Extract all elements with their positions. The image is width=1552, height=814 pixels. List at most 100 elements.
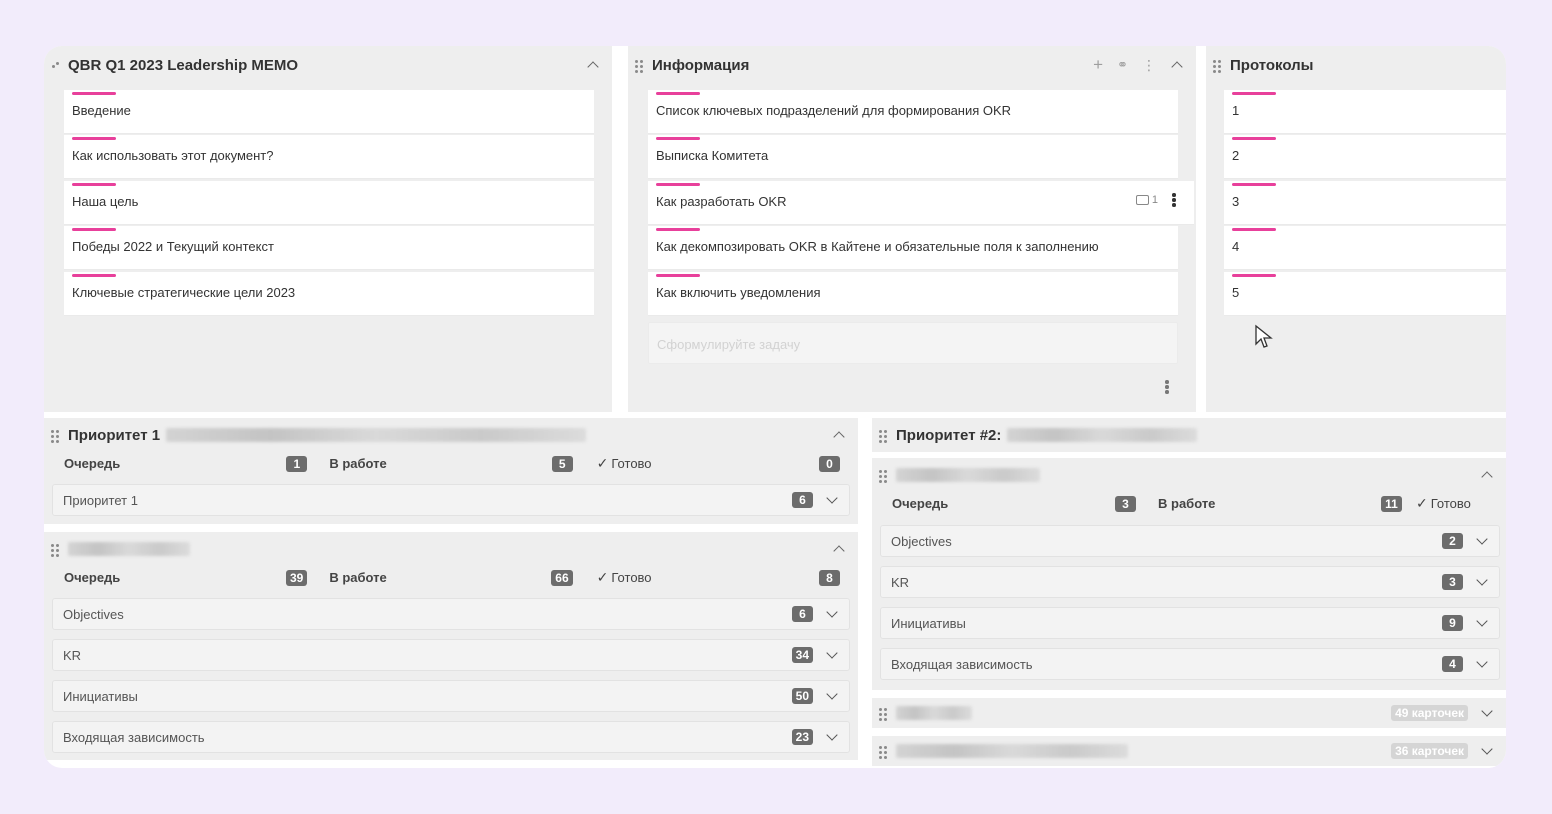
info-card[interactable]: Список ключевых подразделений для формир… [648, 90, 1178, 134]
lane-count: 34 [791, 647, 813, 663]
column-queue[interactable]: Очередь 1 [64, 455, 308, 472]
lane-count: 3 [1442, 574, 1463, 590]
column-name: В работе [1158, 496, 1216, 511]
column-done[interactable]: ✓ Готово 8 [597, 569, 840, 586]
card-menu-icon[interactable] [1172, 193, 1176, 207]
priority2-title: Приоритет #2: [896, 426, 1002, 444]
expand-icon[interactable] [1480, 706, 1494, 720]
info-card[interactable]: Как включить уведомления [648, 272, 1178, 316]
priority1-board: Приоритет 1 Очередь 1 В работе 5 ✓ Готово 0 … [44, 418, 858, 524]
column-count: 39 [285, 569, 308, 586]
column-done[interactable]: ✓ Готово 0 [597, 455, 840, 472]
column-queue[interactable]: Очередь 3 [892, 495, 1136, 512]
more-icon[interactable]: ⋮ [1142, 57, 1156, 74]
drag-handle-icon[interactable] [50, 542, 62, 557]
protocol-card[interactable]: 1 [1224, 90, 1506, 134]
column-count: 66 [551, 569, 573, 586]
info-panel: Информация + ⚭ ⋮ Список ключевых подразд… [628, 46, 1196, 412]
check-icon: ✓ [596, 455, 609, 471]
card-count-badge: 49 карточек [1391, 705, 1468, 721]
info-card[interactable]: Выписка Комитета [648, 135, 1178, 179]
expand-icon[interactable] [825, 730, 839, 744]
panel-menu-icon[interactable] [1165, 380, 1169, 394]
lane-name: Инициативы [63, 688, 138, 704]
memo-card[interactable]: Как использовать этот документ? [64, 135, 594, 179]
expand-icon[interactable] [825, 493, 839, 507]
drag-handle-icon[interactable] [878, 706, 890, 721]
redacted-text [68, 542, 190, 556]
lane-row[interactable]: Objectives 2 [880, 525, 1500, 557]
expand-icon[interactable] [1475, 534, 1489, 548]
collapse-icon[interactable] [832, 428, 846, 442]
info-panel-header: Информация + ⚭ ⋮ [628, 46, 1196, 84]
comment-count: 1 [1151, 194, 1158, 206]
column-name: В работе [329, 570, 387, 585]
column-name: Очередь [64, 456, 121, 471]
info-card[interactable]: Как декомпозировать OKR в Кайтене и обяз… [648, 226, 1178, 270]
expand-icon[interactable] [825, 689, 839, 703]
column-count: 5 [551, 455, 573, 472]
expand-icon[interactable] [825, 607, 839, 621]
priority2-board: Приоритет #2: Очередь 3 В работе 11 ✓ Готов… [872, 418, 1506, 768]
board-canvas: QBR Q1 2023 Leadership MEMO Введение Как… [44, 46, 1506, 768]
drag-handle-icon[interactable] [50, 58, 62, 72]
column-name: В работе [329, 456, 387, 471]
lane-row[interactable]: Инициативы 9 [880, 607, 1500, 639]
column-name: Готово [1430, 496, 1471, 511]
lane-row[interactable]: Входящая зависимость 23 [52, 721, 850, 753]
lane-name: Инициативы [891, 615, 966, 631]
lane-count: 4 [1442, 656, 1463, 672]
card-color-bar [1232, 137, 1276, 140]
drag-handle-icon[interactable] [878, 744, 890, 759]
expand-icon[interactable] [1475, 575, 1489, 589]
drag-handle-icon[interactable] [878, 428, 890, 443]
drag-handle-icon[interactable] [634, 58, 646, 73]
lane-row[interactable]: Objectives 6 [52, 598, 850, 630]
protocol-card[interactable]: 5 [1224, 272, 1506, 316]
protocol-card[interactable]: 4 [1224, 226, 1506, 270]
collapse-icon[interactable] [586, 58, 600, 72]
collapse-icon[interactable] [1170, 58, 1184, 72]
redacted-text [896, 744, 1128, 758]
drag-handle-icon[interactable] [1212, 58, 1224, 73]
lane-name: Objectives [63, 606, 124, 622]
info-card[interactable]: Как разработать OKR 1 [648, 181, 1194, 225]
memo-card[interactable]: Введение [64, 90, 594, 134]
collapse-icon[interactable] [832, 542, 846, 556]
collapse-icon[interactable] [1480, 468, 1494, 482]
protocols-title: Протоколы [1230, 56, 1314, 74]
new-task-input[interactable]: Сформулируйте задачу [648, 322, 1178, 364]
lane-name: KR [891, 574, 910, 590]
lane-row[interactable]: KR 3 [880, 566, 1500, 598]
collapsed-board-row[interactable]: 36 карточек [872, 736, 1506, 766]
lane-row[interactable]: Приоритет 1 6 [52, 484, 850, 516]
memo-card[interactable]: Наша цель [64, 181, 594, 225]
column-in-progress[interactable]: В работе 5 [329, 455, 573, 472]
add-icon[interactable]: + [1093, 55, 1103, 75]
new-task-placeholder: Сформулируйте задачу [657, 337, 801, 352]
expand-icon[interactable] [1475, 616, 1489, 630]
card-title: Как разработать OKR [656, 194, 787, 209]
expand-icon[interactable] [825, 648, 839, 662]
lane-row[interactable]: KR 34 [52, 639, 850, 671]
collapsed-board-row[interactable]: 49 карточек [872, 698, 1506, 728]
drag-handle-icon[interactable] [50, 428, 62, 443]
card-title: Ключевые стратегические цели 2023 [72, 285, 296, 300]
drag-handle-icon[interactable] [878, 468, 890, 483]
column-queue[interactable]: Очередь 39 [64, 569, 308, 586]
link-icon[interactable]: ⚭ [1117, 57, 1128, 73]
column-in-progress[interactable]: В работе 66 [329, 569, 573, 586]
memo-card[interactable]: Победы 2022 и Текущий контекст [64, 226, 594, 270]
lane-name: Objectives [891, 533, 952, 549]
expand-icon[interactable] [1480, 744, 1494, 758]
card-color-bar [72, 228, 116, 231]
column-done[interactable]: ✓ Готово [1416, 495, 1496, 512]
expand-icon[interactable] [1475, 657, 1489, 671]
protocol-card[interactable]: 2 [1224, 135, 1506, 179]
redacted-text [1007, 428, 1198, 442]
lane-row[interactable]: Инициативы 50 [52, 680, 850, 712]
lane-row[interactable]: Входящая зависимость 4 [880, 648, 1500, 680]
protocol-card[interactable]: 3 [1224, 181, 1506, 225]
memo-card[interactable]: Ключевые стратегические цели 2023 [64, 272, 594, 316]
column-in-progress[interactable]: В работе 11 [1158, 495, 1402, 512]
